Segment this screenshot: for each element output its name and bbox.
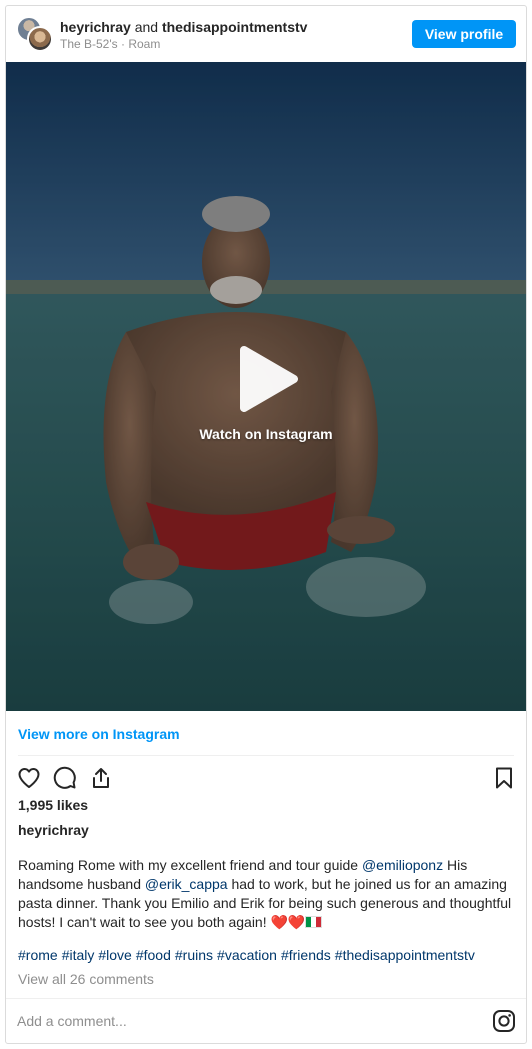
divider — [18, 755, 514, 756]
action-bar — [6, 762, 526, 794]
instagram-icon[interactable] — [492, 1009, 516, 1033]
view-profile-button[interactable]: View profile — [412, 20, 516, 48]
mention-emilioponz[interactable]: @emilioponz — [362, 857, 443, 873]
hashtag-list: #rome #italy #love #food #ruins #vacation #fri… — [18, 946, 516, 965]
view-comments-link[interactable]: View all 26 comments — [18, 970, 154, 988]
caption-author[interactable]: heyrichray — [18, 821, 89, 839]
post-authors: heyrichray and thedisappointmentstv — [60, 18, 307, 36]
hashtag-link[interactable]: #friends — [281, 947, 331, 963]
hashtag-link[interactable]: #italy — [62, 947, 95, 963]
likes-count[interactable]: 1,995 likes — [18, 796, 88, 814]
instagram-embed-card: heyrichray and thedisappointmentstv The … — [5, 5, 527, 1044]
view-more-link[interactable]: View more on Instagram — [18, 725, 180, 743]
post-header: heyrichray and thedisappointmentstv The … — [6, 6, 526, 62]
mention-erik-cappa[interactable]: @erik_cappa — [145, 876, 228, 892]
username-heyrichray[interactable]: heyrichray — [60, 19, 131, 35]
italy-flag-icon — [305, 916, 323, 928]
hashtag-link[interactable]: #food — [136, 947, 171, 963]
avatar-thedisappointmentstv[interactable] — [27, 26, 53, 52]
play-icon[interactable] — [232, 344, 302, 414]
comment-bar: Add a comment... — [6, 998, 526, 1043]
add-comment-input[interactable]: Add a comment... — [17, 1013, 127, 1029]
username-thedisappointmentstv[interactable]: thedisappointmentstv — [162, 19, 307, 35]
audio-label[interactable]: The B-52's · Roam — [60, 37, 160, 52]
avatar-group[interactable] — [16, 16, 53, 52]
hashtag-link[interactable]: #vacation — [217, 947, 277, 963]
heart-icon[interactable] — [17, 766, 41, 790]
play-overlay[interactable]: Watch on Instagram — [6, 62, 526, 711]
post-caption: Roaming Rome with my excellent friend an… — [18, 856, 516, 933]
caption-text: Roaming Rome with my excellent friend an… — [18, 857, 362, 873]
share-icon[interactable] — [89, 766, 113, 790]
hashtag-link[interactable]: #love — [98, 947, 131, 963]
hashtag-link[interactable]: #ruins — [175, 947, 213, 963]
video-media[interactable]: Watch on Instagram — [6, 62, 526, 711]
watch-on-instagram-label[interactable]: Watch on Instagram — [6, 426, 526, 442]
bookmark-icon[interactable] — [492, 766, 516, 790]
comment-icon[interactable] — [53, 766, 77, 790]
hashtag-link[interactable]: #thedisappointmentstv — [335, 947, 475, 963]
hashtag-link[interactable]: #rome — [18, 947, 58, 963]
hearts-emoji: ❤️❤️ — [270, 915, 306, 931]
authors-joiner: and — [134, 19, 159, 35]
